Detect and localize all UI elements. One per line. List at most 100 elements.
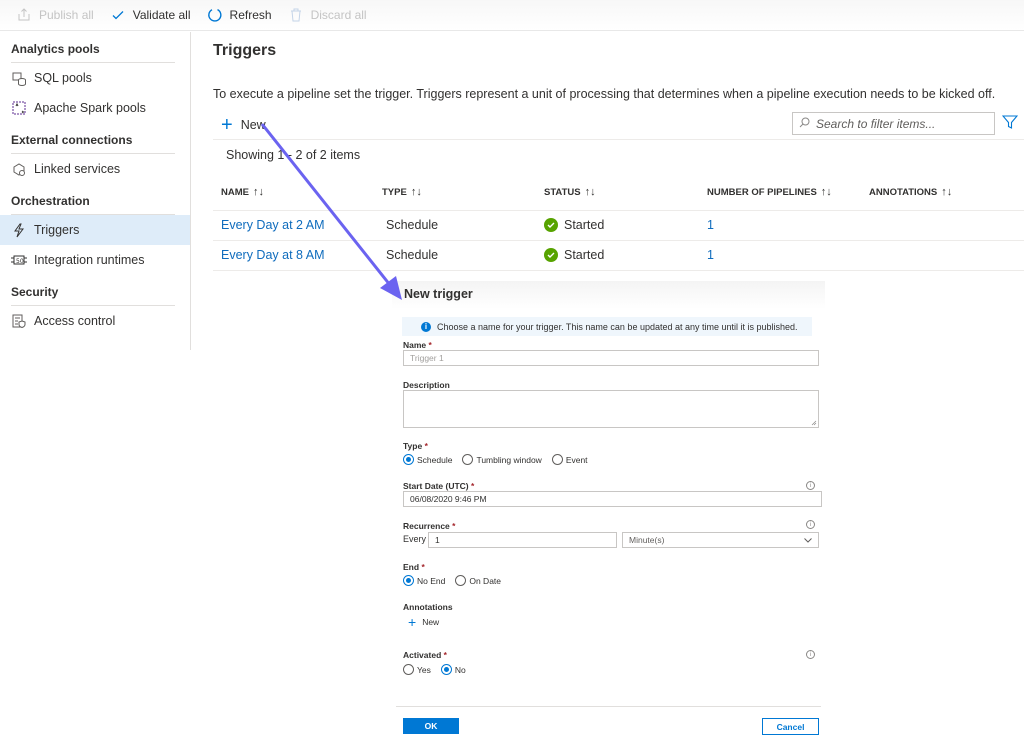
radio-selected-icon (403, 575, 414, 586)
column-header-annotations[interactable]: ANNOTATIONS ↑↓ (861, 174, 1024, 211)
status-badge: Started (544, 218, 699, 232)
trigger-type: Schedule (374, 210, 536, 241)
end-option-on-date[interactable]: On Date (455, 575, 501, 586)
column-header-pipelines[interactable]: NUMBER OF PIPELINES ↑↓ (699, 174, 861, 211)
sidebar-item-label: SQL pools (34, 71, 92, 85)
recurrence-interval-input[interactable]: 1 (428, 532, 617, 548)
check-circle-icon (544, 218, 558, 232)
new-trigger-dialog: New trigger i Choose a name for your tri… (392, 281, 825, 738)
radio-icon (462, 454, 474, 465)
activated-option-yes[interactable]: Yes (403, 664, 431, 675)
radio-icon (403, 664, 414, 675)
start-date-info-icon[interactable]: i (806, 481, 815, 490)
search-input[interactable]: Search to filter items... (792, 112, 995, 135)
sidebar-section-security: Security (11, 285, 59, 299)
end-label: End * (403, 562, 425, 572)
activated-option-no[interactable]: No (440, 664, 466, 675)
description-textarea[interactable] (403, 390, 819, 428)
sidebar-section-orchestration: Orchestration (11, 194, 90, 208)
every-label: Every (403, 534, 427, 544)
discard-all-button[interactable]: Discard all (288, 7, 367, 23)
resize-handle-icon[interactable] (811, 420, 817, 426)
publish-icon (16, 7, 32, 23)
triggers-table: NAME ↑↓ TYPE ↑↓ STATUS ↑↓ NUMBER OF PIPELIN… (213, 174, 1024, 271)
filter-icon[interactable] (1001, 114, 1019, 135)
new-label: New (240, 117, 266, 132)
sidebar-item-linked-services[interactable]: Linked services (0, 154, 190, 184)
sort-icon: ↑↓ (941, 185, 953, 198)
sidebar-item-integration-runtimes[interactable]: 50 Integration runtimes (0, 245, 190, 275)
type-option-schedule[interactable]: Schedule (403, 454, 452, 465)
main-content: Triggers To execute a pipeline set the t… (213, 32, 1024, 271)
sidebar: Analytics pools SQL pools Apache Spark p… (0, 32, 191, 350)
dialog-title: New trigger (392, 281, 825, 309)
activated-info-icon[interactable]: i (806, 650, 815, 659)
sidebar-item-triggers[interactable]: Triggers (0, 215, 190, 245)
status-badge: Started (544, 248, 699, 262)
validate-all-button[interactable]: Validate all (110, 7, 191, 23)
recurrence-unit-dropdown[interactable]: Minute(s) (622, 532, 819, 548)
table-header-row: NAME ↑↓ TYPE ↑↓ STATUS ↑↓ NUMBER OF PIPELIN… (213, 174, 1024, 211)
showing-count: Showing 1 - 2 of 2 items (226, 148, 361, 162)
command-bar: + New Search to filter items... (213, 110, 1024, 140)
name-input[interactable]: Trigger 1 (403, 350, 819, 366)
pipelines-count-link[interactable]: 1 (707, 248, 714, 262)
search-icon (799, 117, 810, 131)
top-toolbar: Publish all Validate all Refresh Discard… (0, 0, 1024, 31)
sidebar-item-label: Access control (34, 314, 116, 328)
name-label: Name * (403, 340, 432, 350)
end-option-no-end[interactable]: No End (403, 575, 445, 586)
info-message-bar: i Choose a name for your trigger. This n… (402, 317, 812, 336)
add-annotation-button[interactable]: + New (408, 615, 439, 629)
column-header-type[interactable]: TYPE ↑↓ (374, 174, 536, 211)
annotations-cell (861, 210, 1024, 241)
column-header-name[interactable]: NAME ↑↓ (213, 174, 374, 211)
trigger-name-link[interactable]: Every Day at 8 AM (221, 248, 325, 262)
new-trigger-button[interactable]: + New (221, 113, 266, 136)
sort-icon: ↑↓ (410, 185, 422, 198)
ok-button[interactable]: OK (403, 718, 459, 734)
sidebar-item-access-control[interactable]: Access control (0, 306, 190, 336)
type-option-event[interactable]: Event (551, 454, 588, 465)
info-message: Choose a name for your trigger. This nam… (437, 321, 798, 332)
refresh-button[interactable]: Refresh (207, 7, 272, 23)
sort-icon: ↑↓ (252, 185, 264, 198)
start-date-input[interactable]: 06/08/2020 9:46 PM (403, 491, 822, 507)
access-control-icon (11, 313, 27, 329)
lightning-icon (11, 222, 27, 238)
table-row[interactable]: Every Day at 8 AM Schedule Started 1 (213, 240, 1024, 271)
annotations-cell (861, 240, 1024, 271)
sidebar-item-label: Apache Spark pools (34, 101, 146, 115)
validate-all-label: Validate all (132, 8, 191, 22)
pipelines-count-link[interactable]: 1 (707, 218, 714, 232)
table-row[interactable]: Every Day at 2 AM Schedule Started 1 (213, 210, 1024, 241)
sidebar-item-label: Integration runtimes (34, 253, 145, 267)
type-label: Type * (403, 441, 428, 451)
sidebar-item-sql-pools[interactable]: SQL pools (0, 63, 190, 93)
annotations-label: Annotations (403, 602, 453, 612)
sql-pools-icon (11, 70, 27, 86)
chevron-down-icon (804, 538, 812, 543)
svg-text:50: 50 (16, 258, 24, 265)
radio-selected-icon (403, 454, 414, 465)
integration-runtime-icon: 50 (11, 252, 27, 268)
check-icon (110, 7, 126, 23)
trigger-name-link[interactable]: Every Day at 2 AM (221, 218, 325, 232)
sidebar-item-apache-spark-pools[interactable]: Apache Spark pools (0, 93, 190, 123)
type-radio-group: Schedule Tumbling window Event (403, 454, 594, 465)
publish-all-button[interactable]: Publish all (16, 7, 94, 23)
refresh-label: Refresh (229, 8, 272, 22)
activated-label: Activated * (403, 650, 447, 660)
page-description: To execute a pipeline set the trigger. T… (213, 87, 996, 101)
cancel-button[interactable]: Cancel (762, 718, 819, 735)
check-circle-icon (544, 248, 558, 262)
radio-selected-icon (440, 664, 452, 675)
info-icon: i (421, 321, 431, 332)
column-header-status[interactable]: STATUS ↑↓ (536, 174, 699, 211)
trash-icon (288, 7, 304, 23)
radio-icon (551, 454, 563, 465)
sidebar-section-analytics-pools: Analytics pools (11, 42, 100, 56)
type-option-tumbling-window[interactable]: Tumbling window (462, 454, 542, 465)
plus-icon: + (221, 113, 233, 136)
recurrence-info-icon[interactable]: i (806, 520, 815, 529)
